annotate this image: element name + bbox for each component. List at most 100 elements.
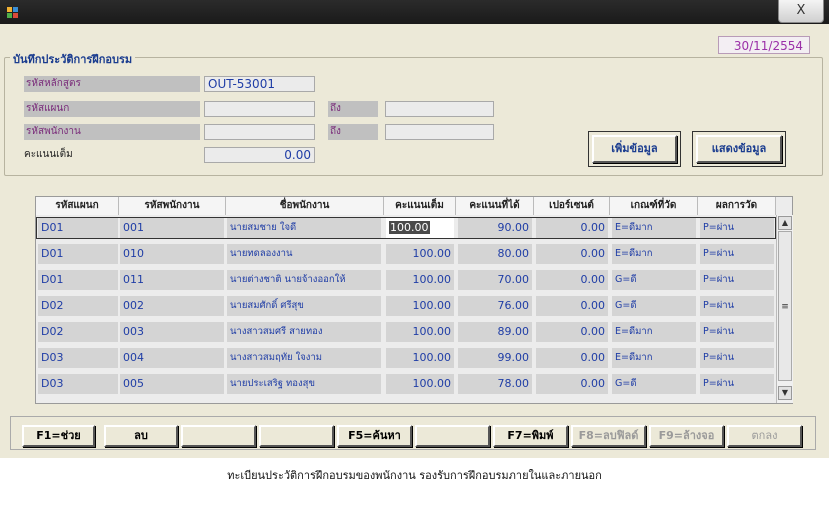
cell-full[interactable]: 100.00 bbox=[386, 348, 454, 368]
cell-got[interactable]: 70.00 bbox=[458, 270, 532, 290]
col-header-pct[interactable]: เปอร์เซนต์ bbox=[534, 197, 610, 215]
table-row[interactable]: D01 011 นายต่างชาติ นายจ้างออกให้ 100.00 70.… bbox=[36, 269, 776, 291]
cell-dept[interactable]: D03 bbox=[38, 374, 118, 394]
cell-pct[interactable]: 0.00 bbox=[536, 218, 608, 238]
cell-pct[interactable]: 0.00 bbox=[536, 322, 608, 342]
col-header-dept[interactable]: รหัสแผนก bbox=[36, 197, 119, 215]
cell-result[interactable]: P=ผ่าน bbox=[700, 374, 774, 394]
cell-full[interactable]: 100.00 bbox=[386, 296, 454, 316]
cell-dept[interactable]: D02 bbox=[38, 322, 118, 342]
ok-button[interactable]: ตกลง bbox=[727, 425, 802, 447]
emp-to-field[interactable] bbox=[385, 124, 494, 140]
cell-got[interactable]: 89.00 bbox=[458, 322, 532, 342]
print-button[interactable]: F7=พิมพ์ bbox=[493, 425, 568, 447]
cell-name[interactable]: นายสมชาย ใจดี bbox=[227, 218, 381, 238]
cell-full-edit[interactable]: 100.00 bbox=[389, 221, 430, 234]
cell-emp[interactable]: 003 bbox=[120, 322, 224, 342]
cell-emp[interactable]: 005 bbox=[120, 374, 224, 394]
cell-crit[interactable]: G=ดี bbox=[612, 374, 696, 394]
cell-result[interactable]: P=ผ่าน bbox=[700, 322, 774, 342]
cell-name[interactable]: นายทดลองงาน bbox=[227, 244, 381, 264]
scroll-up-icon[interactable]: ▲ bbox=[778, 216, 792, 230]
table-row[interactable]: D03 004 นางสาวสมฤทัย ใจงาม 100.00 99.00 0.00 E… bbox=[36, 347, 776, 369]
blank-button-2[interactable] bbox=[259, 425, 334, 447]
cell-emp[interactable]: 004 bbox=[120, 348, 224, 368]
add-data-button[interactable]: เพิ่มข้อมูล bbox=[592, 135, 677, 163]
cell-got[interactable]: 99.00 bbox=[458, 348, 532, 368]
dept-to-field[interactable] bbox=[385, 101, 494, 117]
cell-dept[interactable]: D01 bbox=[38, 244, 118, 264]
clear-screen-button[interactable]: F9=ล้างจอ bbox=[649, 425, 724, 447]
course-code-field[interactable]: OUT-53001 bbox=[204, 76, 315, 92]
delete-button[interactable]: ลบ bbox=[104, 425, 178, 447]
table-row[interactable]: D02 003 นางสาวสมศรี สายทอง 100.00 89.00 0.00 E… bbox=[36, 321, 776, 343]
cell-pct[interactable]: 0.00 bbox=[536, 270, 608, 290]
cell-name[interactable]: นายต่างชาติ นายจ้างออกให้ bbox=[227, 270, 381, 290]
scroll-thumb[interactable]: ≡ bbox=[778, 231, 792, 381]
cell-result[interactable]: P=ผ่าน bbox=[700, 270, 774, 290]
dept-code-label: รหัสแผนก bbox=[24, 101, 200, 117]
cell-full[interactable]: 100.00 bbox=[386, 270, 454, 290]
cell-full[interactable]: 100.00 bbox=[386, 374, 454, 394]
clear-field-button[interactable]: F8=ลบฟิลด์ bbox=[571, 425, 646, 447]
cell-emp[interactable]: 002 bbox=[120, 296, 224, 316]
cell-crit[interactable]: E=ดีมาก bbox=[612, 348, 696, 368]
full-score-field[interactable]: 0.00 bbox=[204, 147, 315, 163]
col-header-crit[interactable]: เกณฑ์ที่วัด bbox=[610, 197, 698, 215]
col-header-emp[interactable]: รหัสพนักงาน bbox=[119, 197, 226, 215]
table-row[interactable]: D01 010 นายทดลองงาน 100.00 80.00 0.00 E=ดีมาก P… bbox=[36, 243, 776, 265]
cell-result[interactable]: P=ผ่าน bbox=[700, 244, 774, 264]
search-button[interactable]: F5=ค้นหา bbox=[337, 425, 412, 447]
dept-from-field[interactable] bbox=[204, 101, 315, 117]
scroll-down-icon[interactable]: ▼ bbox=[778, 386, 792, 400]
cell-pct[interactable]: 0.00 bbox=[536, 296, 608, 316]
title-bar[interactable]: X bbox=[0, 0, 829, 24]
cell-dept[interactable]: D03 bbox=[38, 348, 118, 368]
emp-from-field[interactable] bbox=[204, 124, 315, 140]
cell-emp[interactable]: 010 bbox=[120, 244, 224, 264]
cell-full[interactable]: 100.00 bbox=[386, 322, 454, 342]
col-header-result[interactable]: ผลการวัด bbox=[698, 197, 776, 215]
cell-crit[interactable]: E=ดีมาก bbox=[612, 218, 696, 238]
cell-crit[interactable]: E=ดีมาก bbox=[612, 244, 696, 264]
cell-pct[interactable]: 0.00 bbox=[536, 348, 608, 368]
cell-result[interactable]: P=ผ่าน bbox=[700, 296, 774, 316]
cell-got[interactable]: 78.00 bbox=[458, 374, 532, 394]
table-row[interactable]: D03 005 นายประเสริฐ ทองสุข 100.00 78.00 0.00 G… bbox=[36, 373, 776, 395]
cell-pct[interactable]: 0.00 bbox=[536, 244, 608, 264]
cell-name[interactable]: นายประเสริฐ ทองสุข bbox=[227, 374, 381, 394]
cell-got[interactable]: 76.00 bbox=[458, 296, 532, 316]
cell-pct[interactable]: 0.00 bbox=[536, 374, 608, 394]
cell-got[interactable]: 90.00 bbox=[458, 218, 532, 238]
cell-crit[interactable]: E=ดีมาก bbox=[612, 322, 696, 342]
cell-dept[interactable]: D02 bbox=[38, 296, 118, 316]
cell-result[interactable]: P=ผ่าน bbox=[700, 348, 774, 368]
cell-crit[interactable]: G=ดี bbox=[612, 296, 696, 316]
cell-name[interactable]: นายสมศักดิ์ ศรีสุข bbox=[227, 296, 381, 316]
cell-emp[interactable]: 001 bbox=[120, 218, 224, 238]
blank-button-1[interactable] bbox=[181, 425, 256, 447]
cell-name[interactable]: นางสาวสมศรี สายทอง bbox=[227, 322, 381, 342]
emp-code-label: รหัสพนักงาน bbox=[24, 124, 200, 140]
cell-result[interactable]: P=ผ่าน bbox=[700, 218, 774, 238]
cell-name[interactable]: นางสาวสมฤทัย ใจงาม bbox=[227, 348, 381, 368]
cell-full[interactable]: 100.00 bbox=[386, 244, 454, 264]
app-icon bbox=[7, 7, 18, 18]
col-header-got[interactable]: คะแนนที่ได้ bbox=[456, 197, 534, 215]
cell-crit[interactable]: G=ดี bbox=[612, 270, 696, 290]
col-header-full[interactable]: คะแนนเต็ม bbox=[384, 197, 456, 215]
blank-button-3[interactable] bbox=[415, 425, 490, 447]
cell-dept[interactable]: D01 bbox=[38, 270, 118, 290]
training-grid[interactable]: รหัสแผนก รหัสพนักงาน ชื่อพนักงาน คะแนนเต… bbox=[35, 196, 793, 404]
cell-full[interactable]: 100.00 bbox=[386, 218, 454, 238]
vertical-scrollbar[interactable]: ▲ ≡ ▼ bbox=[776, 215, 793, 403]
col-header-name[interactable]: ชื่อพนักงาน bbox=[226, 197, 384, 215]
cell-got[interactable]: 80.00 bbox=[458, 244, 532, 264]
help-button[interactable]: F1=ช่วย bbox=[22, 425, 95, 447]
close-button[interactable]: X bbox=[778, 0, 824, 23]
cell-emp[interactable]: 011 bbox=[120, 270, 224, 290]
show-data-button[interactable]: แสดงข้อมูล bbox=[696, 135, 782, 163]
table-row[interactable]: D01 001 นายสมชาย ใจดี 100.00 90.00 0.00 E=ดีมา… bbox=[36, 217, 776, 239]
table-row[interactable]: D02 002 นายสมศักดิ์ ศรีสุข 100.00 76.00 0.00 G… bbox=[36, 295, 776, 317]
cell-dept[interactable]: D01 bbox=[38, 218, 118, 238]
